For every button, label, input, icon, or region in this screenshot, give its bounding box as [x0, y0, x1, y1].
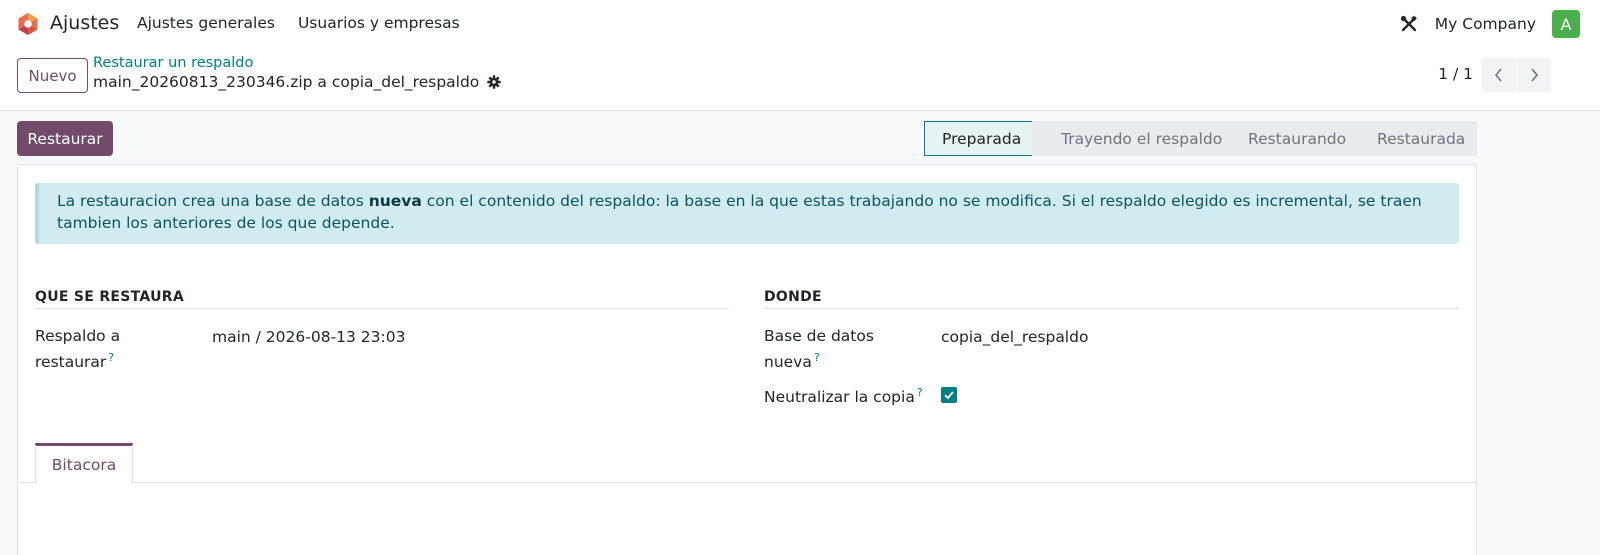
stage-trayendo[interactable]: Trayendo el respaldo — [1032, 121, 1224, 156]
pager-value[interactable]: 1 / 1 — [1438, 65, 1473, 83]
user-avatar[interactable]: A — [1552, 10, 1580, 38]
record-title: main_20260813_230346.zip a copia_del_res… — [93, 73, 501, 91]
app-name[interactable]: Ajustes — [50, 12, 119, 34]
stage-label: Trayendo el respaldo — [1061, 129, 1223, 148]
stage-restaurando[interactable]: Restaurando — [1224, 121, 1353, 156]
group-title-left: QUE SE RESTAURA — [35, 289, 185, 305]
chevron-right-icon[interactable] — [1517, 58, 1551, 92]
alert-text-bold: nueva — [368, 192, 422, 210]
help-tooltip-icon[interactable]: ? — [917, 386, 923, 399]
help-tooltip-icon[interactable]: ? — [814, 351, 820, 364]
neutralize-checkbox[interactable] — [941, 387, 957, 403]
app-logo-icon[interactable] — [16, 12, 40, 36]
control-panel: Nuevo Restaurar un respaldo main_2026081… — [0, 48, 1600, 111]
stage-preparada[interactable]: Preparada — [924, 121, 1032, 156]
restore-button[interactable]: Restaurar — [17, 121, 113, 156]
alert-text-before: La restauracion crea una base de datos — [57, 192, 369, 210]
record-title-text: main_20260813_230346.zip a copia_del_res… — [93, 73, 480, 91]
navbar-right: My Company A — [1399, 10, 1580, 38]
chevron-left-icon[interactable] — [1482, 58, 1516, 92]
stage-label: Preparada — [942, 129, 1022, 148]
info-alert: La restauracion crea una base de datos n… — [35, 183, 1459, 244]
main-menu: Ajustes generales Usuarios y empresas — [137, 14, 460, 32]
field-label-text: Base de datos nueva — [764, 327, 874, 372]
stage-label: Restaurada — [1377, 129, 1466, 148]
group-title-right: DONDE — [764, 289, 822, 305]
group-divider-right — [764, 308, 1459, 309]
field-label-respaldo: Respaldo a restaurar? — [35, 325, 185, 373]
field-value-base-datos[interactable]: copia_del_respaldo — [941, 328, 1088, 346]
field-label-text: Neutralizar la copia — [764, 388, 915, 407]
stage-restaurada[interactable]: Restaurada — [1353, 121, 1477, 156]
breadcrumb-link[interactable]: Restaurar un respaldo — [93, 55, 253, 71]
stage-label: Restaurando — [1248, 129, 1347, 148]
field-label-text: Respaldo a restaurar — [35, 327, 121, 372]
new-button[interactable]: Nuevo — [17, 58, 88, 93]
tools-icon[interactable] — [1399, 14, 1419, 34]
help-tooltip-icon[interactable]: ? — [108, 351, 114, 364]
check-icon — [944, 391, 954, 400]
menu-item-ajustes-generales[interactable]: Ajustes generales — [137, 14, 275, 32]
gear-icon[interactable] — [487, 75, 501, 89]
form-sheet: La restauracion crea una base de datos n… — [17, 164, 1477, 555]
company-switcher[interactable]: My Company — [1435, 15, 1536, 33]
group-divider-left — [35, 308, 729, 309]
top-navbar: Ajustes Ajustes generales Usuarios y emp… — [0, 0, 1600, 48]
field-label-base-datos: Base de datos nueva? — [764, 325, 914, 373]
field-label-neutralizar: Neutralizar la copia? — [764, 382, 934, 408]
menu-item-usuarios-empresas[interactable]: Usuarios y empresas — [298, 14, 460, 32]
tab-bitacora[interactable]: Bitacora — [35, 443, 133, 483]
field-value-respaldo[interactable]: main / 2026-08-13 23:03 — [212, 328, 405, 346]
status-bar: Preparada Trayendo el respaldo Restauran… — [924, 121, 1477, 156]
tabs-divider — [18, 482, 1476, 483]
